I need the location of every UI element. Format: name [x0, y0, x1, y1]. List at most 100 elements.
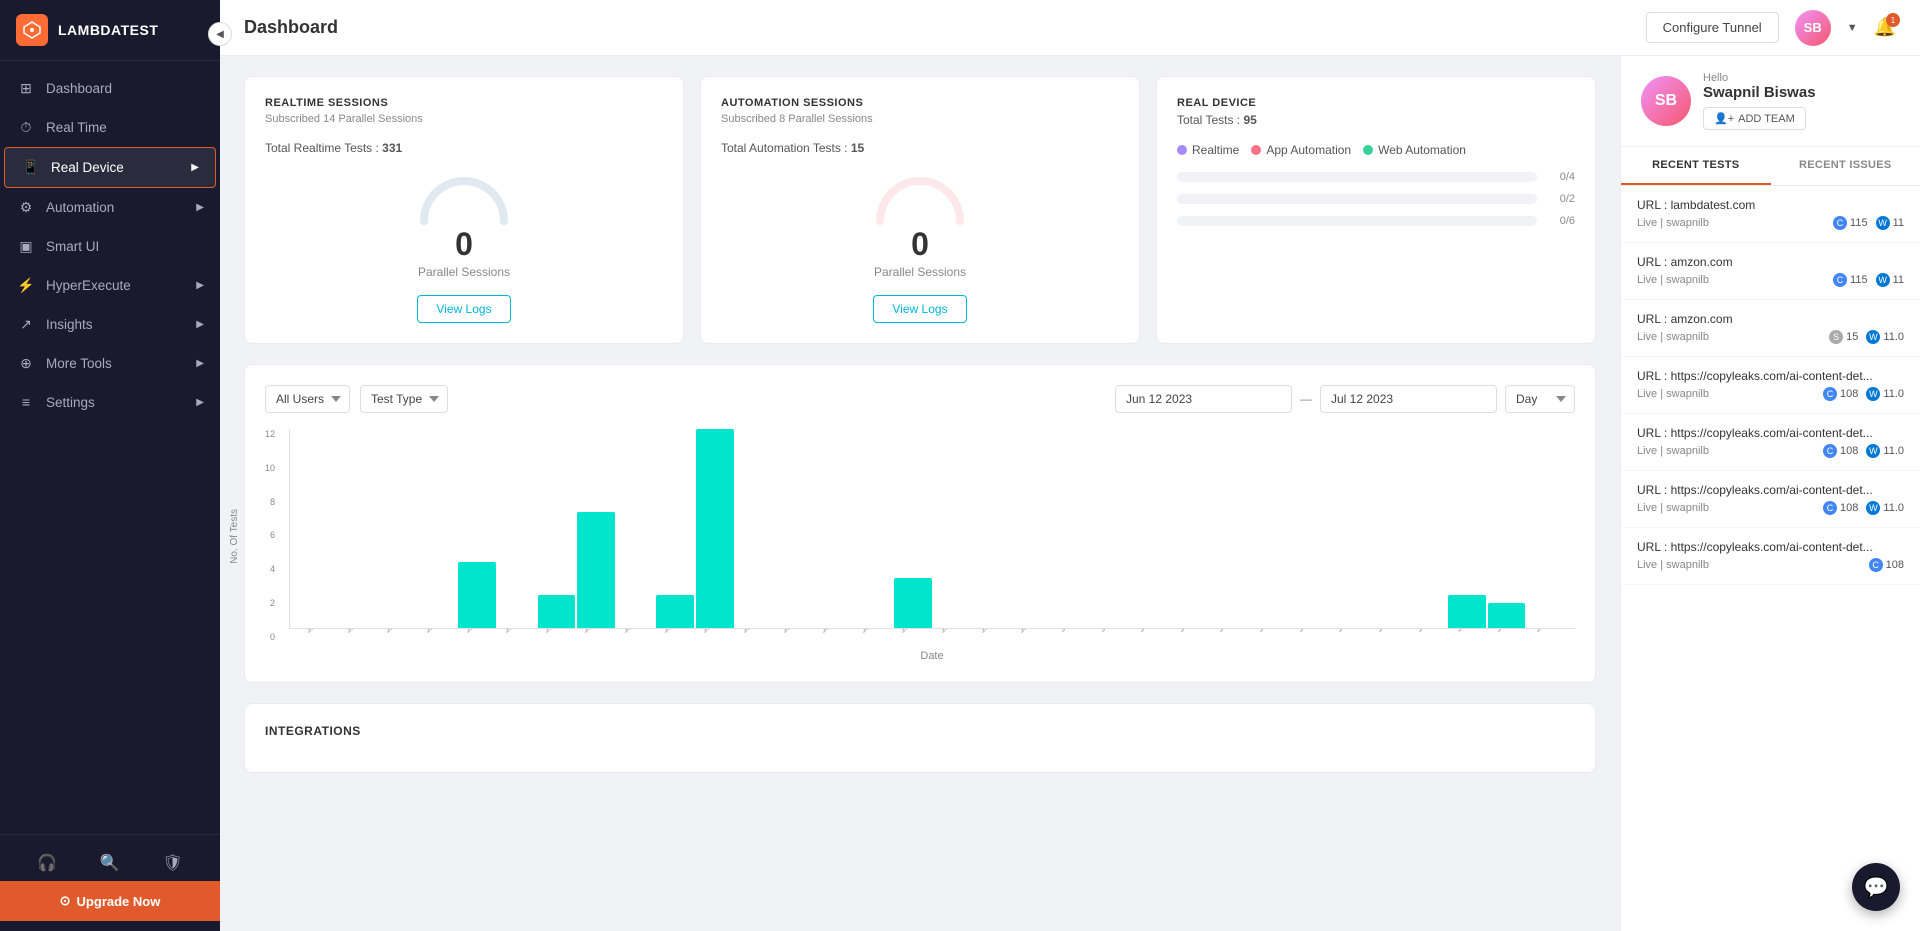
x-axis-date-label: Jul 02 — [1092, 629, 1125, 639]
automation-parallel-count: 0 — [911, 226, 929, 263]
topbar-right: Configure Tunnel SB ▼ 🔔 1 — [1646, 10, 1896, 46]
chart-bar[interactable] — [1488, 603, 1526, 628]
sidebar-item-realdevice[interactable]: 📱 Real Device ▶ — [4, 147, 216, 188]
legend-webautomation: Web Automation — [1363, 143, 1466, 157]
y-label-10: 10 — [265, 463, 275, 473]
chrome-badge: C108 — [1823, 501, 1858, 515]
bar-chart — [289, 429, 1575, 629]
test-url[interactable]: URL : https://copyleaks.com/ai-content-d… — [1637, 369, 1904, 383]
windows-icon: W — [1866, 444, 1880, 458]
automation-icon: ⚙ — [16, 199, 36, 216]
insights-icon: ↗ — [16, 316, 36, 333]
test-url[interactable]: URL : https://copyleaks.com/ai-content-d… — [1637, 540, 1904, 554]
right-panel: SB Hello Swapnil Biswas 👤+ ADD TEAM RECE… — [1620, 56, 1920, 931]
upgrade-button[interactable]: ⊙ Upgrade Now — [0, 881, 220, 921]
sidebar-item-dashboard[interactable]: ⊞ Dashboard — [0, 69, 220, 108]
test-meta: Live | swapnilbC108W11.0 — [1637, 501, 1904, 515]
windows-badge: W11.0 — [1866, 444, 1904, 458]
realtime-parallel-count: 0 — [455, 226, 473, 263]
y-label-0: 0 — [270, 632, 275, 642]
avatar[interactable]: SB — [1795, 10, 1831, 46]
chart-bar[interactable] — [1448, 595, 1486, 628]
bar-track-realtime — [1177, 172, 1537, 182]
sidebar-collapse-button[interactable]: ◀ — [208, 22, 232, 46]
automation-view-logs-button[interactable]: View Logs — [873, 295, 966, 323]
test-source: Live | swapnilb — [1637, 445, 1709, 457]
chart-bar[interactable] — [538, 595, 576, 628]
test-browsers: C108 — [1869, 558, 1904, 572]
windows-icon: W — [1876, 273, 1890, 287]
test-browsers: C115W11 — [1833, 216, 1904, 230]
chart-bar[interactable] — [656, 595, 694, 628]
x-axis-date-label: Jul 11 — [1448, 629, 1481, 639]
chrome-badge: S15 — [1829, 330, 1858, 344]
os-version: 11.0 — [1883, 502, 1904, 514]
x-axis-date-label: Jul 03 — [1131, 629, 1164, 639]
chart-filters: All Users Test Type — Day Week Month — [265, 385, 1575, 413]
sidebar-item-hyperexecute[interactable]: ⚡ HyperExecute ▶ — [0, 266, 220, 305]
windows-icon: W — [1866, 330, 1880, 344]
sidebar-item-realtime[interactable]: ⏱ Real Time — [0, 108, 220, 147]
test-url[interactable]: URL : amzon.com — [1637, 255, 1904, 269]
chrome-icon: C — [1869, 558, 1883, 572]
chart-bar[interactable] — [696, 429, 734, 628]
test-browsers: C108W11.0 — [1823, 501, 1904, 515]
x-axis-date-label: Jul 05 — [1210, 629, 1243, 639]
search-icon[interactable]: 🔍 — [100, 853, 120, 873]
settings-expand-icon: ▶ — [196, 397, 204, 408]
sidebar-item-settings[interactable]: ≡ Settings ▶ — [0, 383, 220, 421]
sidebar-item-moretools[interactable]: ⊕ More Tools ▶ — [0, 344, 220, 383]
test-url[interactable]: URL : amzon.com — [1637, 312, 1904, 326]
chat-button[interactable]: 💬 — [1852, 863, 1900, 911]
x-axis-date-label: Jun 21 — [656, 629, 689, 639]
x-axis-date-label: Jun 13 — [339, 629, 372, 639]
test-url[interactable]: URL : https://copyleaks.com/ai-content-d… — [1637, 426, 1904, 440]
sidebar-item-automation[interactable]: ⚙ Automation ▶ — [0, 188, 220, 227]
x-axis-date-label: Jun 15 — [418, 629, 451, 639]
realtime-view-logs-button[interactable]: View Logs — [417, 295, 510, 323]
test-url[interactable]: URL : lambdatest.com — [1637, 198, 1904, 212]
automation-card-title: AUTOMATION SESSIONS — [721, 97, 1119, 109]
insights-expand-icon: ▶ — [196, 319, 204, 330]
test-browsers: C108W11.0 — [1823, 387, 1904, 401]
chart-bar[interactable] — [894, 578, 932, 628]
interval-filter[interactable]: Day Week Month — [1505, 385, 1575, 413]
chart-bar[interactable] — [458, 562, 496, 628]
shield-icon[interactable]: 🛡 — [162, 853, 182, 873]
date-to-input[interactable] — [1320, 385, 1497, 413]
test-item: URL : https://copyleaks.com/ai-content-d… — [1621, 414, 1920, 471]
x-axis-date-label: Jun 26 — [854, 629, 887, 639]
tab-recent-issues[interactable]: RECENT ISSUES — [1771, 147, 1920, 185]
add-team-button[interactable]: 👤+ ADD TEAM — [1703, 107, 1806, 130]
smartui-icon: ▣ — [16, 238, 36, 255]
configure-tunnel-button[interactable]: Configure Tunnel — [1646, 12, 1779, 43]
x-axis-date-label: Jun 25 — [814, 629, 847, 639]
y-label-12: 12 — [265, 429, 275, 439]
test-type-filter[interactable]: Test Type — [360, 385, 448, 413]
chart-bar[interactable] — [577, 512, 615, 628]
x-axis-date-label: Jul 04 — [1171, 629, 1204, 639]
greeting-text: Hello — [1703, 72, 1816, 84]
sidebar-item-label-realdevice: Real Device — [51, 160, 124, 175]
realtime-gauge-svg — [414, 171, 514, 226]
users-filter[interactable]: All Users — [265, 385, 350, 413]
test-browsers: C108W11.0 — [1823, 444, 1904, 458]
tab-recent-tests[interactable]: RECENT TESTS — [1621, 147, 1771, 185]
windows-badge: W11.0 — [1866, 387, 1904, 401]
notification-button[interactable]: 🔔 1 — [1874, 17, 1896, 38]
x-axis-date-label: Jun 27 — [893, 629, 926, 639]
x-axis-date-label: Jun 17 — [497, 629, 530, 639]
test-url[interactable]: URL : https://copyleaks.com/ai-content-d… — [1637, 483, 1904, 497]
automation-sessions-card: AUTOMATION SESSIONS Subscribed 8 Paralle… — [700, 76, 1140, 344]
date-from-input[interactable] — [1115, 385, 1292, 413]
x-axis-date-label: Jul 09 — [1369, 629, 1402, 639]
os-version: 11.0 — [1883, 331, 1904, 343]
sidebar-item-smartui[interactable]: ▣ Smart UI — [0, 227, 220, 266]
automation-card-subtitle: Subscribed 8 Parallel Sessions — [721, 113, 1119, 125]
sidebar-item-insights[interactable]: ↗ Insights ▶ — [0, 305, 220, 344]
test-item: URL : https://copyleaks.com/ai-content-d… — [1621, 471, 1920, 528]
chevron-down-icon[interactable]: ▼ — [1847, 22, 1858, 34]
x-axis-date-label: Jul 10 — [1409, 629, 1442, 639]
help-icon[interactable]: 🎧 — [37, 853, 57, 873]
sidebar-item-label-smartui: Smart UI — [46, 239, 99, 254]
